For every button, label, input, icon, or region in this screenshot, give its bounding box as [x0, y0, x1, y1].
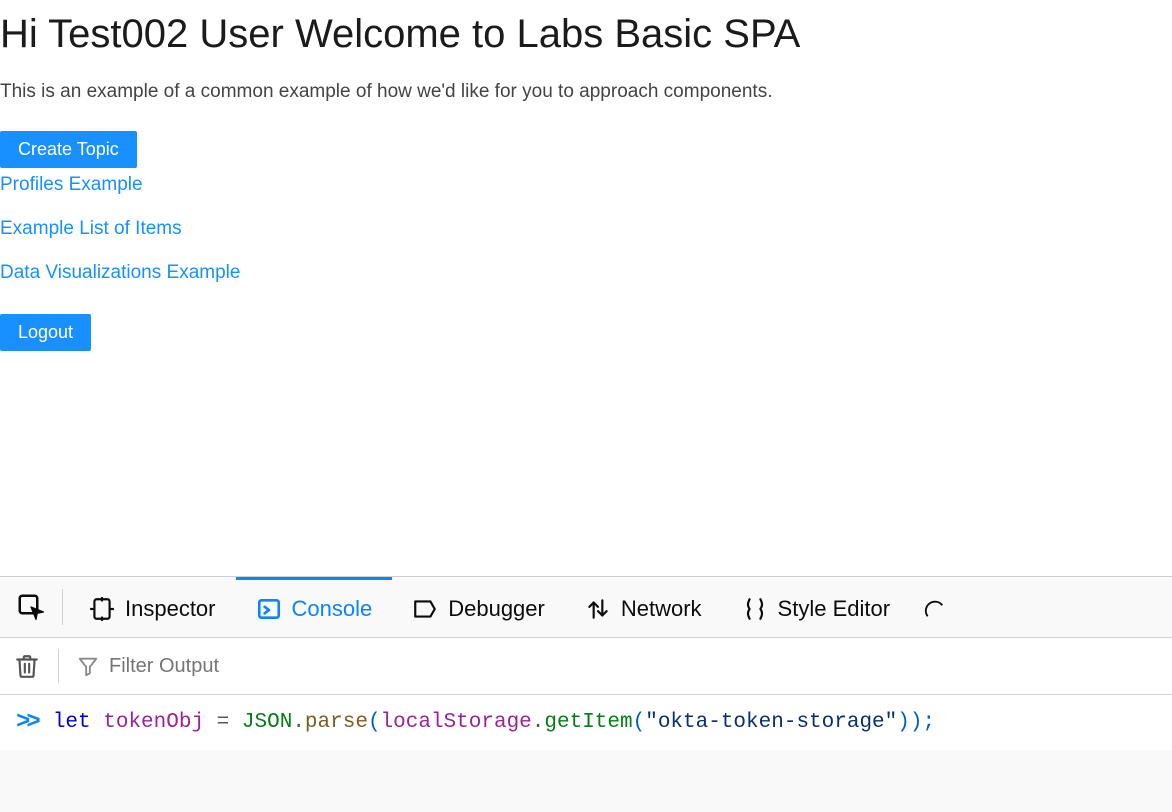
- clear-console-button[interactable]: [14, 653, 40, 679]
- trash-icon: [14, 653, 40, 679]
- code-string: "okta-token-storage": [645, 711, 897, 734]
- console-icon: [256, 596, 282, 622]
- element-picker-icon: [16, 592, 46, 622]
- code-equals: =: [217, 711, 230, 734]
- tab-console-label: Console: [292, 596, 373, 622]
- tab-style-editor[interactable]: Style Editor: [722, 577, 911, 637]
- separator: [58, 649, 59, 683]
- funnel-icon: [77, 655, 99, 677]
- tab-network-label: Network: [621, 596, 702, 622]
- link-profiles-example[interactable]: Profiles Example: [0, 174, 1172, 196]
- tab-inspector[interactable]: Inspector: [69, 577, 236, 637]
- debugger-icon: [412, 596, 438, 622]
- inspector-icon: [89, 596, 115, 622]
- tab-debugger[interactable]: Debugger: [392, 577, 565, 637]
- page-title: Hi Test002 User Welcome to Labs Basic SP…: [0, 12, 1172, 57]
- tab-network[interactable]: Network: [565, 577, 722, 637]
- console-input-row[interactable]: >> let tokenObj = JSON.parse(localStorag…: [0, 695, 1172, 750]
- page-content: Hi Test002 User Welcome to Labs Basic SP…: [0, 12, 1172, 357]
- code-identifier: tokenObj: [103, 711, 204, 734]
- logout-button[interactable]: Logout: [0, 314, 91, 351]
- performance-icon: [924, 596, 946, 622]
- filter-wrap: [77, 654, 1158, 679]
- tab-console[interactable]: Console: [236, 577, 393, 637]
- element-picker-button[interactable]: [12, 577, 56, 637]
- nav-links: Profiles Example Example List of Items D…: [0, 174, 1172, 284]
- code-keyword: let: [53, 711, 91, 734]
- code-localstorage: localStorage: [381, 711, 532, 734]
- network-icon: [585, 596, 611, 622]
- separator: [62, 589, 63, 625]
- link-example-list-of-items[interactable]: Example List of Items: [0, 218, 1172, 240]
- console-code: let tokenObj = JSON.parse(localStorage.g…: [53, 711, 935, 734]
- style-editor-icon: [742, 596, 768, 622]
- tab-overflow[interactable]: [910, 577, 952, 637]
- devtools-tabbar: Inspector Console Debugger Network: [0, 577, 1172, 638]
- logout-wrap: Logout: [0, 314, 1172, 357]
- filter-output-input[interactable]: [107, 654, 511, 679]
- tab-inspector-label: Inspector: [125, 596, 216, 622]
- code-close: ));: [897, 711, 935, 734]
- console-prompt-icon: >>: [16, 709, 37, 736]
- code-parse: parse: [305, 711, 368, 734]
- page-subtitle: This is an example of a common example o…: [0, 81, 1172, 103]
- devtools-filterbar: [0, 638, 1172, 695]
- create-topic-button[interactable]: Create Topic: [0, 131, 137, 168]
- tab-debugger-label: Debugger: [448, 596, 545, 622]
- link-data-visualizations-example[interactable]: Data Visualizations Example: [0, 262, 1172, 284]
- devtools-panel: Inspector Console Debugger Network: [0, 576, 1172, 812]
- code-getitem: getItem: [544, 711, 632, 734]
- code-json: JSON: [242, 711, 292, 734]
- tab-style-editor-label: Style Editor: [778, 596, 891, 622]
